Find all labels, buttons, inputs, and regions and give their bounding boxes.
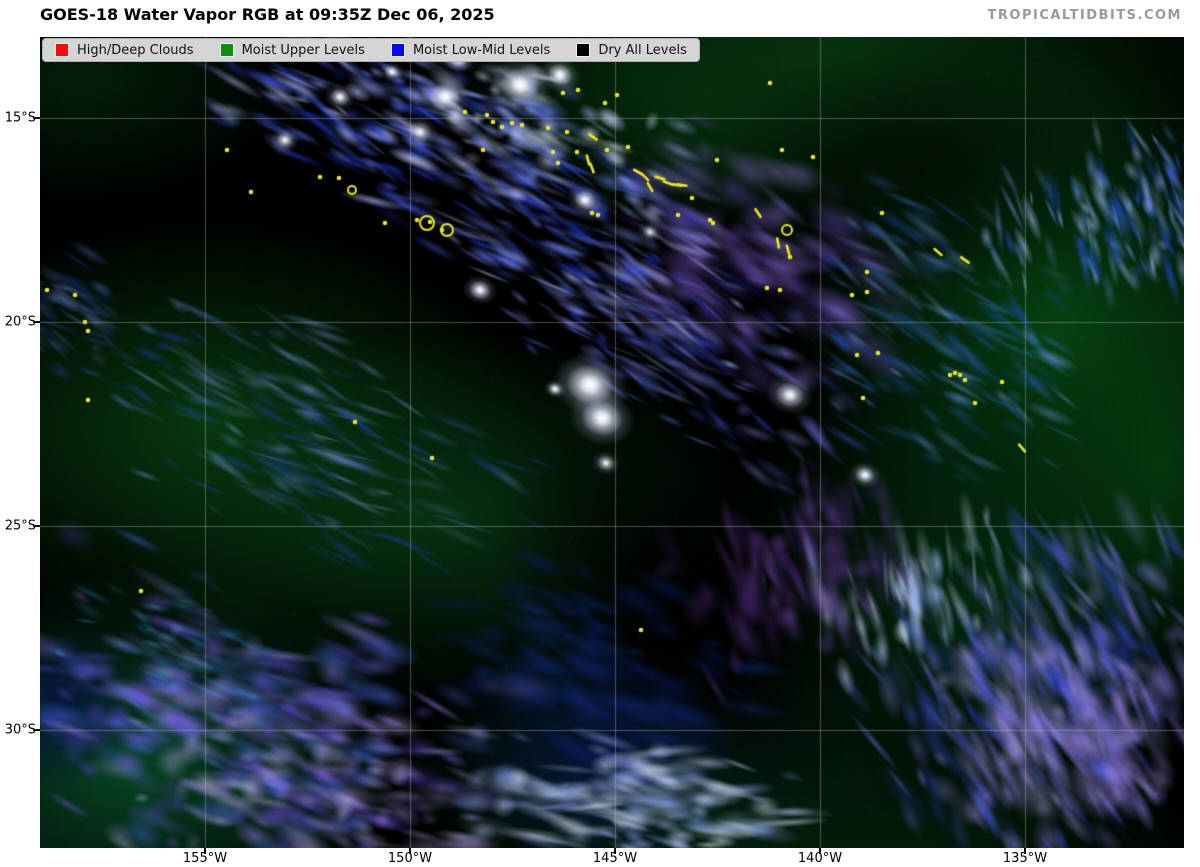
goes-water-vapor-product: GOES-18 Water Vapor RGB at 09:35Z Dec 06… (0, 0, 1200, 867)
lon-tick-mark (409, 848, 410, 854)
legend-item: Dry All Levels (576, 43, 687, 58)
site-watermark: TROPICALTIDBITS.COM (988, 8, 1182, 23)
lat-tick-mark (33, 117, 40, 118)
lat-tick-label: 15°S (0, 111, 36, 126)
legend-color-swatch (391, 43, 405, 57)
legend-color-swatch (220, 43, 234, 57)
legend-item: Moist Upper Levels (220, 43, 365, 58)
legend-item-label: High/Deep Clouds (77, 43, 194, 58)
legend-item-label: Moist Upper Levels (242, 43, 365, 58)
satellite-map: High/Deep Clouds Moist Upper Levels Moist … (40, 37, 1184, 848)
lat-tick-label: 30°S (0, 723, 36, 738)
legend-item: High/Deep Clouds (55, 43, 194, 58)
lon-tick-mark (614, 848, 615, 854)
legend-color-swatch (55, 43, 69, 57)
lat-tick-label: 20°S (0, 315, 36, 330)
lat-tick-mark (33, 729, 40, 730)
page-title: GOES-18 Water Vapor RGB at 09:35Z Dec 06… (40, 5, 495, 24)
lon-tick-mark (819, 848, 820, 854)
lat-tick-label: 25°S (0, 519, 36, 534)
legend-item-label: Dry All Levels (598, 43, 687, 58)
lat-tick-mark (33, 321, 40, 322)
legend-color-swatch (576, 43, 590, 57)
legend-bar: High/Deep Clouds Moist Upper Levels Moist … (42, 38, 700, 62)
lon-tick-mark (204, 848, 205, 854)
legend-item-label: Moist Low-Mid Levels (413, 43, 550, 58)
satellite-imagery-canvas (40, 37, 1184, 848)
lat-tick-mark (33, 525, 40, 526)
legend-item: Moist Low-Mid Levels (391, 43, 550, 58)
lon-tick-mark (1024, 848, 1025, 854)
